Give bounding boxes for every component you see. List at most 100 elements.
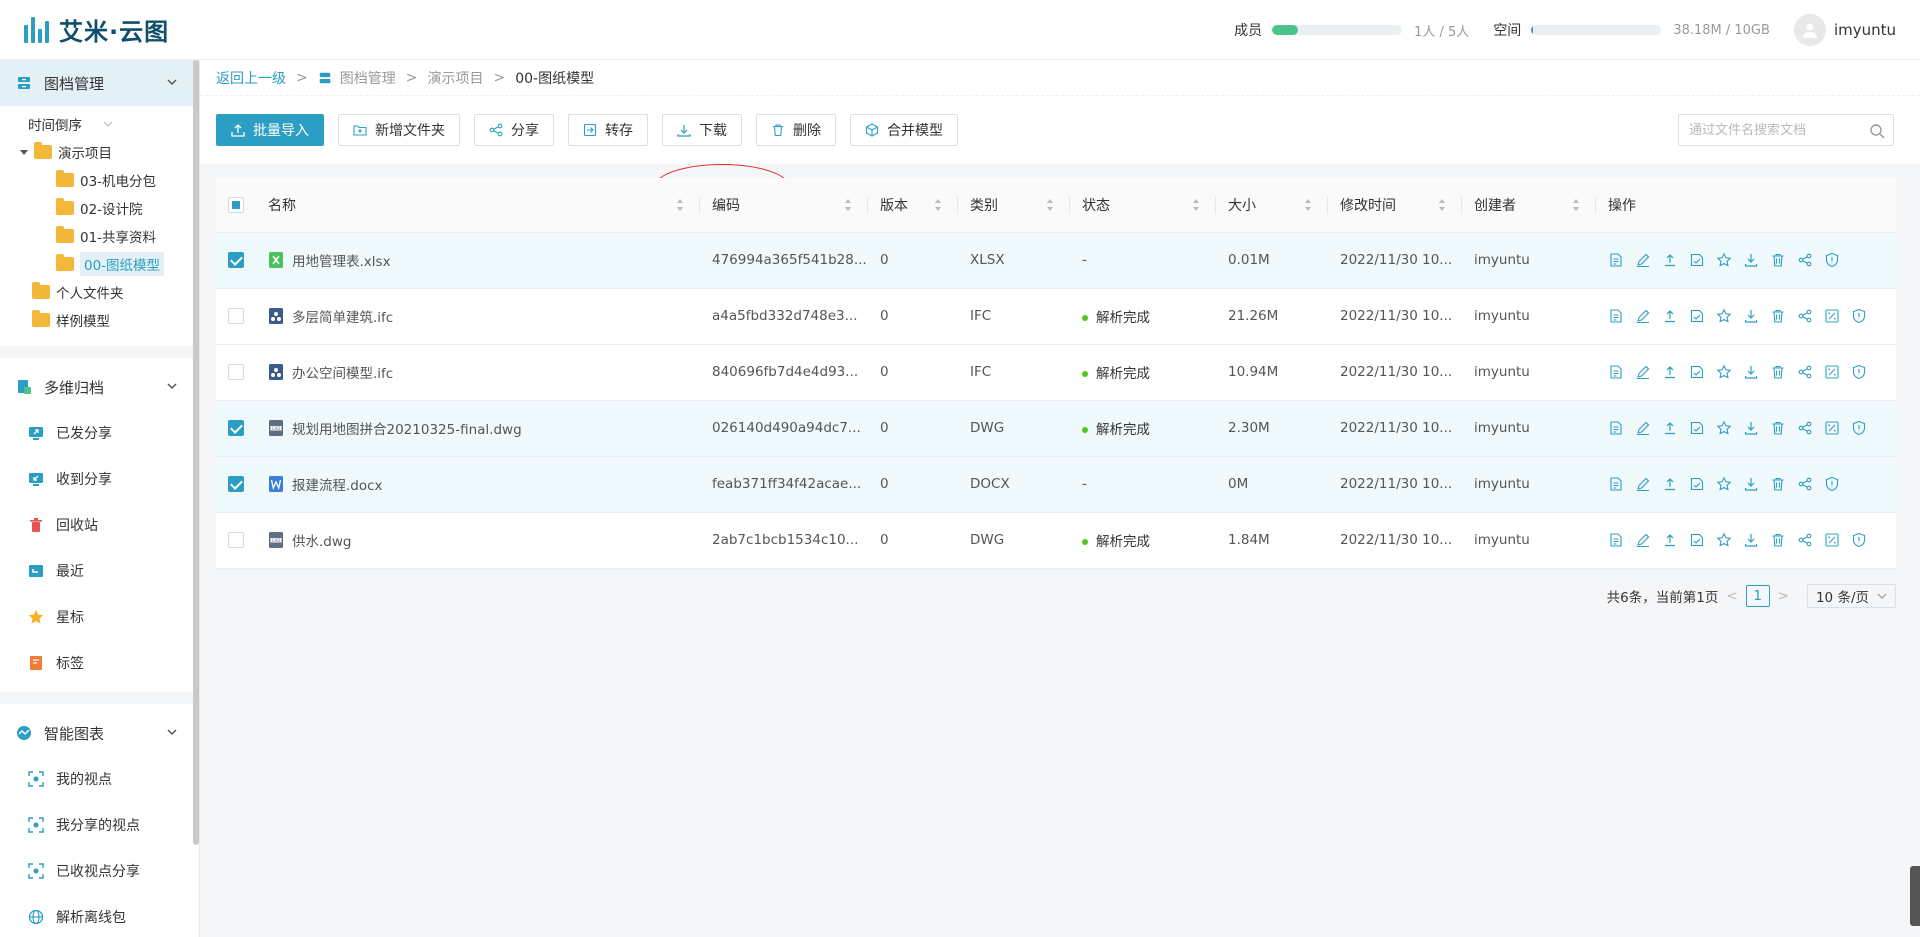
edit-icon[interactable] xyxy=(1635,532,1651,548)
download-button[interactable]: 下载 xyxy=(662,114,742,146)
trash-icon[interactable] xyxy=(1770,476,1786,492)
trash-icon[interactable] xyxy=(1770,252,1786,268)
logo[interactable]: 艾米·云图 xyxy=(24,12,169,47)
edit-icon[interactable] xyxy=(1635,252,1651,268)
file-name[interactable]: 用地管理表.xlsx xyxy=(292,250,391,270)
sort-icon[interactable] xyxy=(1192,198,1200,216)
tree-item-sample[interactable]: 样例模型 xyxy=(0,306,199,334)
file-name[interactable]: 多层简单建筑.ifc xyxy=(292,306,393,326)
detail-icon[interactable] xyxy=(1608,532,1624,548)
table-row[interactable]: CAD 供水.dwg 2ab7c1bcb1534c10... 0 DWG 解析完成 1.84… xyxy=(216,512,1896,569)
share-icon[interactable] xyxy=(1797,364,1813,380)
search-input[interactable] xyxy=(1689,122,1859,138)
sidebar-item-recent[interactable]: 最近 xyxy=(0,548,199,594)
share-icon[interactable] xyxy=(1797,252,1813,268)
star-outline-icon[interactable] xyxy=(1716,308,1732,324)
row-checkbox[interactable] xyxy=(228,476,244,492)
edit-icon[interactable] xyxy=(1635,308,1651,324)
file-name-cell[interactable]: 多层简单建筑.ifc xyxy=(256,288,700,345)
tree-item-personal[interactable]: 个人文件夹 xyxy=(0,278,199,306)
sort-icon[interactable] xyxy=(1304,198,1312,216)
column-header[interactable]: 类别 xyxy=(958,178,1070,233)
edit-icon[interactable] xyxy=(1635,420,1651,436)
tree-item-child[interactable]: 01-共享资料 xyxy=(0,222,199,250)
sidebar-scrollbar[interactable] xyxy=(193,60,199,845)
share-icon[interactable] xyxy=(1797,308,1813,324)
row-checkbox[interactable] xyxy=(228,252,244,268)
sort-icon[interactable] xyxy=(1438,198,1446,216)
tree-item-child[interactable]: 02-设计院 xyxy=(0,194,199,222)
sidebar-item-received-viewpoints[interactable]: 已收视点分享 xyxy=(0,848,199,894)
table-row[interactable]: 报建流程.docx feab371ff34f42acae... 0 DOCX - 0M 20… xyxy=(216,456,1896,513)
trash-icon[interactable] xyxy=(1770,420,1786,436)
upload-icon[interactable] xyxy=(1662,532,1678,548)
tree-item-child[interactable]: 03-机电分包 xyxy=(0,166,199,194)
shield-icon[interactable] xyxy=(1824,252,1840,268)
breadcrumb-project[interactable]: 演示项目 xyxy=(427,68,483,88)
version-icon[interactable] xyxy=(1689,364,1705,380)
breadcrumb-root[interactable]: 图档管理 xyxy=(340,68,396,88)
column-header[interactable]: 编码 xyxy=(700,178,868,233)
model-view-icon[interactable] xyxy=(1824,364,1840,380)
shield-icon[interactable] xyxy=(1851,420,1867,436)
sort-icon[interactable] xyxy=(844,198,852,216)
model-view-icon[interactable] xyxy=(1824,532,1840,548)
sidebar-item-shared-viewpoints[interactable]: 我分享的视点 xyxy=(0,802,199,848)
tree-item-selected[interactable]: 00-图纸模型 xyxy=(0,250,199,278)
import-button[interactable]: 批量导入 xyxy=(216,114,324,146)
table-row[interactable]: 用地管理表.xlsx 476994a365f541b28... 0 XLSX - 0.01… xyxy=(216,232,1896,289)
sidebar-item-offline-package[interactable]: 解析离线包 xyxy=(0,894,199,937)
sort-select[interactable]: 时间倒序 xyxy=(0,110,199,138)
table-row[interactable]: 办公空间模型.ifc 840696fb7d4e4d93... 0 IFC 解析完成 10.… xyxy=(216,344,1896,401)
chevron-down-icon[interactable] xyxy=(165,75,179,89)
trash-icon[interactable] xyxy=(1770,364,1786,380)
transfer-button[interactable]: 转存 xyxy=(568,114,648,146)
upload-icon[interactable] xyxy=(1662,476,1678,492)
column-header[interactable]: 版本 xyxy=(868,178,958,233)
share-icon[interactable] xyxy=(1797,476,1813,492)
model-view-icon[interactable] xyxy=(1824,420,1840,436)
column-header[interactable]: 名称 xyxy=(256,178,700,233)
row-checkbox[interactable] xyxy=(228,364,244,380)
file-name[interactable]: 报建流程.docx xyxy=(292,474,383,494)
column-header[interactable]: 修改时间 xyxy=(1328,178,1462,233)
sidebar-section-smart[interactable]: 智能图表 xyxy=(0,710,199,756)
chevron-down-icon[interactable] xyxy=(165,725,179,739)
file-name[interactable]: 办公空间模型.ifc xyxy=(292,362,393,382)
page-size-select[interactable]: 10 条/页 xyxy=(1806,584,1896,608)
select-all-checkbox[interactable] xyxy=(228,196,244,213)
username[interactable]: imyuntu xyxy=(1834,21,1896,39)
new-folder-button[interactable]: 新增文件夹 xyxy=(338,114,460,146)
file-name-cell[interactable]: 办公空间模型.ifc xyxy=(256,344,700,401)
file-name-cell[interactable]: 用地管理表.xlsx xyxy=(256,232,700,289)
file-name-cell[interactable]: 报建流程.docx xyxy=(256,456,700,513)
sidebar-section-multi[interactable]: 多维归档 xyxy=(0,364,199,410)
sort-icon[interactable] xyxy=(1046,198,1054,216)
shield-icon[interactable] xyxy=(1824,476,1840,492)
upload-icon[interactable] xyxy=(1662,420,1678,436)
detail-icon[interactable] xyxy=(1608,476,1624,492)
download-icon[interactable] xyxy=(1743,364,1759,380)
prev-page-button[interactable]: < xyxy=(1726,588,1737,604)
sidebar-section-archive[interactable]: 图档管理 xyxy=(0,60,199,106)
trash-icon[interactable] xyxy=(1770,532,1786,548)
version-icon[interactable] xyxy=(1689,476,1705,492)
next-page-button[interactable]: > xyxy=(1778,588,1789,604)
avatar[interactable] xyxy=(1793,14,1826,46)
file-name-cell[interactable]: CAD 规划用地图拼合20210325-final.dwg xyxy=(256,400,700,457)
row-checkbox[interactable] xyxy=(228,532,244,548)
row-checkbox[interactable] xyxy=(228,308,244,324)
column-header[interactable]: 状态 xyxy=(1070,178,1216,233)
back-link[interactable]: 返回上一级 xyxy=(216,68,286,88)
download-icon[interactable] xyxy=(1743,476,1759,492)
star-outline-icon[interactable] xyxy=(1716,252,1732,268)
trash-icon[interactable] xyxy=(1770,308,1786,324)
share-icon[interactable] xyxy=(1797,532,1813,548)
side-widget-handle[interactable] xyxy=(1910,866,1920,926)
model-view-icon[interactable] xyxy=(1824,308,1840,324)
version-icon[interactable] xyxy=(1689,532,1705,548)
share-icon[interactable] xyxy=(1797,420,1813,436)
sidebar-item-sent-shares[interactable]: 已发分享 xyxy=(0,410,199,456)
caret-down-icon[interactable] xyxy=(20,149,28,155)
tree-item-root[interactable]: 演示项目 xyxy=(0,138,199,166)
